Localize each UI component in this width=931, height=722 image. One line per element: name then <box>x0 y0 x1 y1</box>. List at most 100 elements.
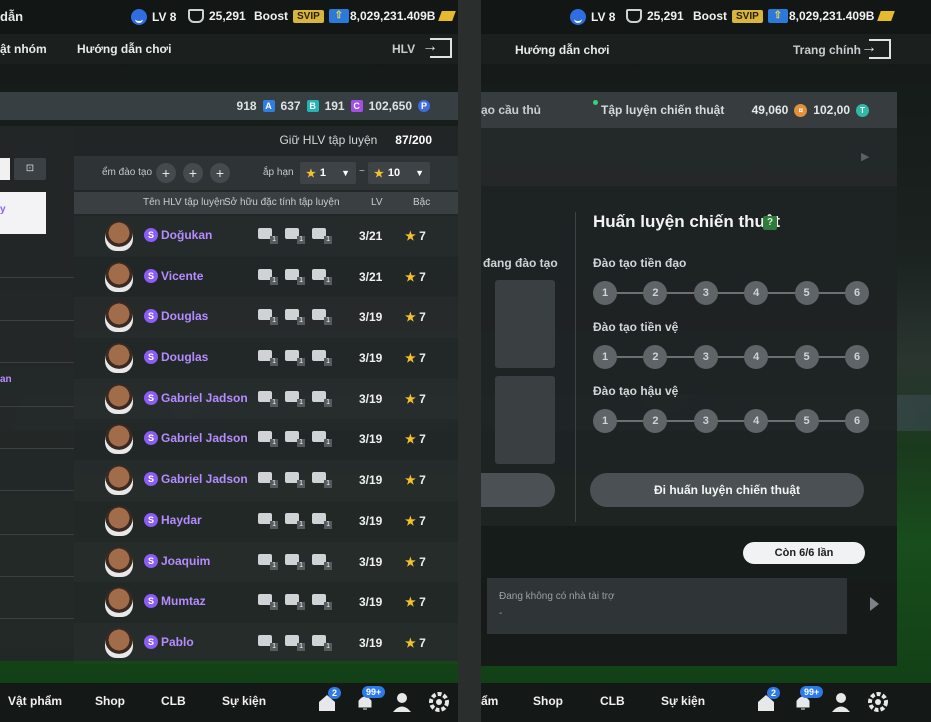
coach-grade-value: 7 <box>419 554 426 569</box>
coach-grade: ★ 7 <box>405 229 426 243</box>
sponsor-box[interactable]: Đang không có nhà tài trợ - <box>487 578 847 634</box>
track-node[interactable]: 2 <box>643 281 668 305</box>
currency-b-value: 637 <box>280 99 301 113</box>
add-slot-button[interactable]: + <box>210 163 230 183</box>
trait-icon <box>283 429 306 448</box>
side-divider <box>0 618 74 619</box>
table-row[interactable]: SJoaquim 3/19 ★ 7 <box>74 542 458 583</box>
bell-badge: 99+ <box>800 686 824 698</box>
boost-display[interactable]: Boost SVIP ⇧ <box>254 9 349 23</box>
track-node[interactable]: 3 <box>693 281 718 305</box>
training-slot-card[interactable] <box>495 376 555 464</box>
home-badge: 2 <box>767 687 781 699</box>
table-row[interactable]: SDoğukan 3/21 ★ 7 <box>74 216 458 257</box>
home-icon[interactable]: 2 <box>316 687 342 713</box>
home-icon[interactable]: 2 <box>755 687 781 713</box>
track-node[interactable]: 3 <box>693 345 718 369</box>
nav-item-guide[interactable]: Hướng dẫn chơi <box>77 42 171 56</box>
col-header-traits: Sở hữu đặc tính tập luyện <box>224 197 340 208</box>
tab-player-training[interactable]: ạo cầu thủ <box>481 103 541 117</box>
rank-min-select[interactable]: ★ 1 ▼ <box>300 162 356 184</box>
side-selected-card[interactable]: y <box>0 192 46 234</box>
table-row[interactable]: SGabriel Jadson 3/19 ★ 7 <box>74 419 458 460</box>
table-row[interactable]: SMumtaz 3/19 ★ 7 <box>74 582 458 623</box>
bell-icon[interactable]: 99+ <box>354 686 386 713</box>
track-node[interactable]: 3 <box>693 409 718 433</box>
nav-item-team[interactable]: ật nhóm <box>0 42 47 56</box>
coach-avatar <box>105 261 133 292</box>
table-row[interactable]: SGabriel Jadson 3/19 ★ 7 <box>74 379 458 420</box>
settings-gear-icon[interactable] <box>867 691 889 713</box>
tab-tactic-training[interactable]: Tập luyện chiến thuật <box>601 103 724 117</box>
track-node[interactable]: 4 <box>744 409 769 433</box>
settings-gear-icon[interactable] <box>428 691 450 713</box>
add-slot-button[interactable]: + <box>156 163 176 183</box>
profile-icon[interactable] <box>830 691 852 713</box>
track-node[interactable]: 5 <box>794 409 819 433</box>
track-node[interactable]: 6 <box>845 345 869 369</box>
secondary-button[interactable] <box>481 473 555 507</box>
trait-icon <box>256 511 279 529</box>
table-row[interactable]: SHaydar 3/19 ★ 7 <box>74 501 458 542</box>
bottom-items[interactable]: ẩm <box>481 694 498 708</box>
trophy-count: 25,291 <box>209 9 246 23</box>
boost-display[interactable]: Boost SVIP ⇧ <box>693 9 788 23</box>
star-icon: ★ <box>405 635 416 650</box>
trait-icon <box>256 470 279 489</box>
track-node[interactable]: 4 <box>744 345 769 369</box>
nav-home-label[interactable]: Trang chính <box>793 43 861 57</box>
track-node[interactable]: 6 <box>845 409 869 433</box>
add-slot-button[interactable]: + <box>183 163 203 183</box>
exit-icon[interactable] <box>422 38 452 58</box>
table-row[interactable]: SDouglas 3/19 ★ 7 <box>74 338 458 379</box>
coach-grade-value: 7 <box>419 513 426 528</box>
chevron-right-icon[interactable] <box>870 597 879 611</box>
bottom-club[interactable]: CLB <box>600 694 625 708</box>
bottom-events[interactable]: Sự kiện <box>222 694 266 708</box>
s-grade-icon: S <box>144 228 158 242</box>
training-track: 1 2 3 4 5 6 <box>593 409 869 433</box>
table-row[interactable]: SPablo 3/19 ★ 7 <box>74 623 458 664</box>
track-node[interactable]: 1 <box>593 281 617 305</box>
table-row[interactable]: SVicente 3/21 ★ 7 <box>74 257 458 298</box>
nav-item-guide[interactable]: Hướng dẫn chơi <box>515 43 609 57</box>
exit-icon[interactable] <box>861 39 891 59</box>
star-icon: ★ <box>405 432 416 447</box>
right-screen: LV 8 25,291 Boost SVIP ⇧ 8,029,231.409B … <box>481 0 931 722</box>
help-icon[interactable]: ? <box>763 216 777 230</box>
chevron-right-icon[interactable]: ▶ <box>861 150 869 163</box>
go-tactic-training-button[interactable]: Đi huấn luyện chiến thuật <box>590 473 864 507</box>
bottom-club[interactable]: CLB <box>161 694 186 708</box>
track-node[interactable]: 5 <box>794 281 819 305</box>
nav-coach-label[interactable]: HLV <box>392 42 415 56</box>
nav-bar: ật nhóm Hướng dẫn chơi HLV <box>0 34 458 64</box>
boost-up-icon[interactable]: ⇧ <box>328 9 349 23</box>
bottom-shop[interactable]: Shop <box>533 694 563 708</box>
bottom-shop[interactable]: Shop <box>95 694 125 708</box>
table-row[interactable]: SGabriel Jadson 3/19 ★ 7 <box>74 460 458 501</box>
boost-up-icon[interactable]: ⇧ <box>767 9 788 23</box>
coach-avatar <box>105 505 133 536</box>
rank-max-select[interactable]: ★ 10 ▼ <box>368 162 430 184</box>
money-amount: 8,029,231.409B <box>789 9 875 23</box>
track-node[interactable]: 6 <box>845 281 869 305</box>
track-node[interactable]: 2 <box>643 345 668 369</box>
track-node[interactable]: 2 <box>643 409 668 433</box>
track-node[interactable]: 1 <box>593 345 617 369</box>
track-node[interactable]: 5 <box>794 345 819 369</box>
bottom-events[interactable]: Sự kiện <box>661 694 705 708</box>
bell-icon[interactable]: 99+ <box>792 686 824 713</box>
coach-avatar <box>105 383 133 414</box>
side-search-box[interactable] <box>0 158 10 180</box>
rank-min-value: 1 <box>319 167 326 179</box>
bottom-items[interactable]: Vật phẩm <box>8 694 62 708</box>
side-item-text[interactable]: an <box>0 374 12 385</box>
training-slot-card[interactable] <box>495 280 555 368</box>
track-node[interactable]: 1 <box>593 409 617 433</box>
table-row[interactable]: SDouglas 3/19 ★ 7 <box>74 297 458 338</box>
trait-icon <box>283 226 306 244</box>
track-node[interactable]: 4 <box>744 281 769 305</box>
profile-icon[interactable] <box>391 691 413 713</box>
s-grade-icon: S <box>144 350 158 365</box>
side-filter-icon[interactable]: ⊡ <box>14 158 46 180</box>
